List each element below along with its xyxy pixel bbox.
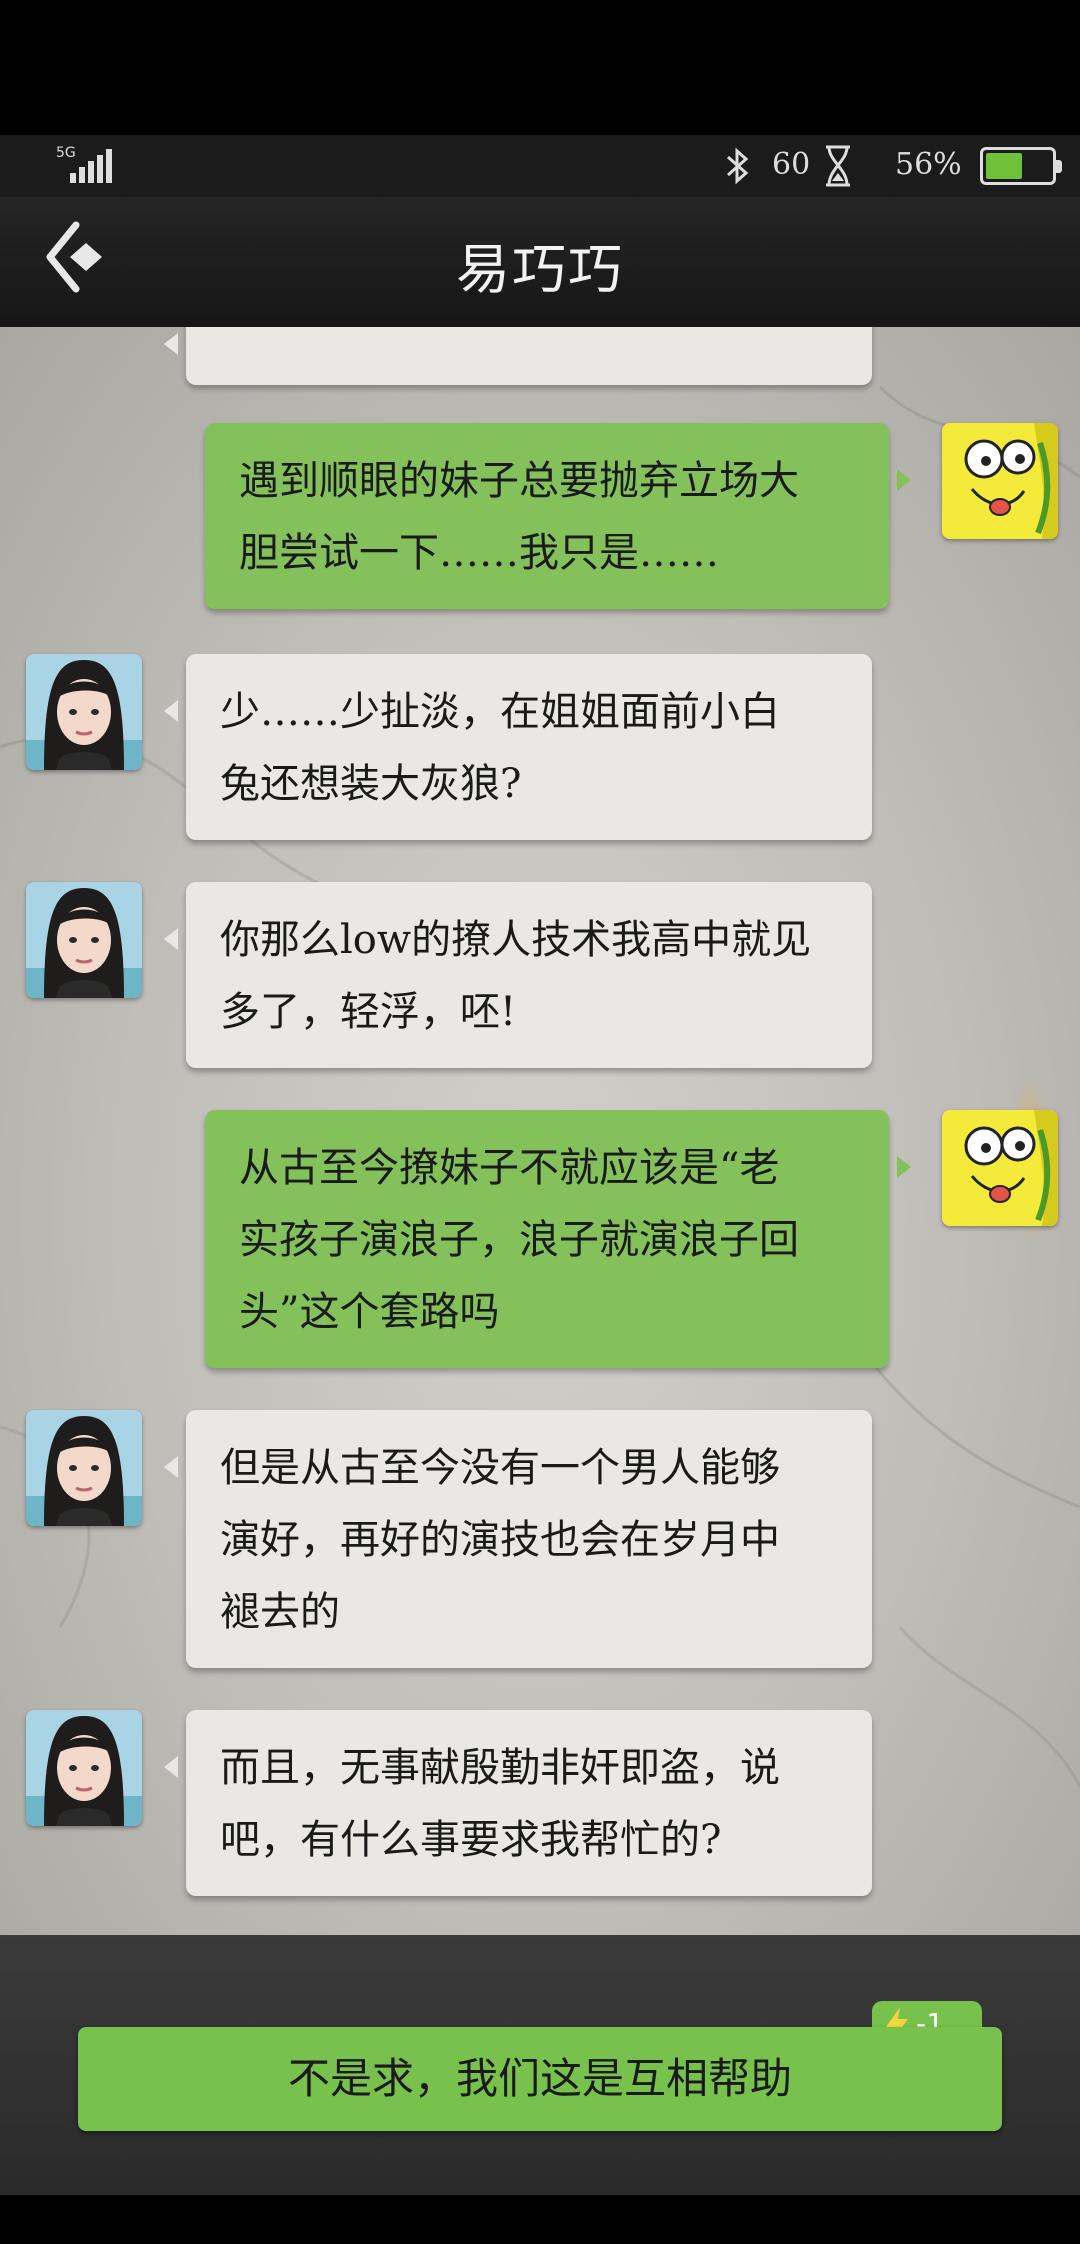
message-line: 演好，再好的演技也会在岁月中	[220, 1517, 780, 1563]
message-bubble-outgoing: 从古至今撩妹子不就应该是“老 实孩子演浪子，浪子就演浪子回 头”这个套路吗	[205, 1110, 911, 1368]
chat-title: 易巧巧	[456, 238, 624, 301]
hourglass-icon	[826, 145, 850, 187]
character-avatar[interactable]	[26, 1410, 142, 1526]
player-avatar[interactable]	[942, 423, 1058, 539]
message-line: 胆尝试一下……我只是……	[239, 530, 719, 576]
battery-percent: 56%	[895, 147, 962, 182]
message-line: 但是从古至今没有一个男人能够	[220, 1445, 780, 1491]
message-bubble-incoming: 但是从古至今没有一个男人能够 演好，再好的演技也会在岁月中 褪去的	[164, 1410, 872, 1668]
reply-option-button[interactable]: 不是求，我们这是互相帮助	[78, 2027, 1002, 2131]
title-bar: 易巧巧	[0, 197, 1080, 327]
message-line: 实孩子演浪子，浪子就演浪子回	[239, 1217, 799, 1263]
message-bubble-outgoing: 遇到顺眼的妹子总要抛弃立场大 胆尝试一下……我只是……	[205, 423, 911, 609]
message-line: 而且，无事献殷勤非奸即盗，说	[220, 1745, 780, 1791]
bottom-bezel	[0, 2195, 1080, 2244]
message-line: 多了，轻浮，呸!	[220, 989, 517, 1035]
battery-icon	[980, 147, 1062, 185]
girl-avatar-icon	[26, 1710, 142, 1826]
message-line: 褪去的	[220, 1589, 340, 1635]
message-bubble-incoming: 少……少扯淡，在姐姐面前小白 兔还想装大灰狼?	[164, 654, 872, 840]
signal-icon: 5G	[56, 145, 116, 187]
character-avatar[interactable]	[26, 882, 142, 998]
network-type: 5G	[56, 145, 76, 161]
message-bubble-incoming: 你那么low的撩人技术我高中就见 多了，轻浮，呸!	[164, 882, 872, 1068]
message-line: 少……少扯淡，在姐姐面前小白	[220, 689, 780, 735]
reply-panel: -1 不是求，我们这是互相帮助	[0, 1935, 1080, 2195]
message-line: 吧，有什么事要求我帮忙的?	[220, 1817, 722, 1863]
player-avatar[interactable]	[942, 1110, 1058, 1226]
message-line: 遇到顺眼的妹子总要抛弃立场大	[239, 458, 799, 504]
girl-avatar-icon	[26, 882, 142, 998]
chat-area[interactable]: 遇到顺眼的妹子总要抛弃立场大 胆尝试一下……我只是…… 少……少扯淡，在姐姐面前…	[0, 327, 1080, 1935]
message-line: 兔还想装大灰狼?	[220, 761, 522, 807]
status-value: 60	[772, 147, 811, 182]
top-bezel	[0, 0, 1080, 135]
message-line: 你那么low的撩人技术我高中就见	[220, 917, 812, 963]
message-bubble-incoming: 而且，无事献殷勤非奸即盗，说 吧，有什么事要求我帮忙的?	[164, 1710, 872, 1896]
character-avatar[interactable]	[26, 654, 142, 770]
sponge-avatar-icon	[942, 1110, 1058, 1226]
bluetooth-icon	[727, 147, 749, 185]
character-avatar[interactable]	[26, 1710, 142, 1826]
message-line: 头”这个套路吗	[239, 1289, 500, 1335]
girl-avatar-icon	[26, 654, 142, 770]
girl-avatar-icon	[26, 1410, 142, 1526]
status-bar: 5G 60 56%	[0, 135, 1080, 197]
message-bubble-partial	[164, 327, 872, 385]
sponge-avatar-icon	[942, 423, 1058, 539]
message-line: 从古至今撩妹子不就应该是“老	[239, 1145, 780, 1191]
